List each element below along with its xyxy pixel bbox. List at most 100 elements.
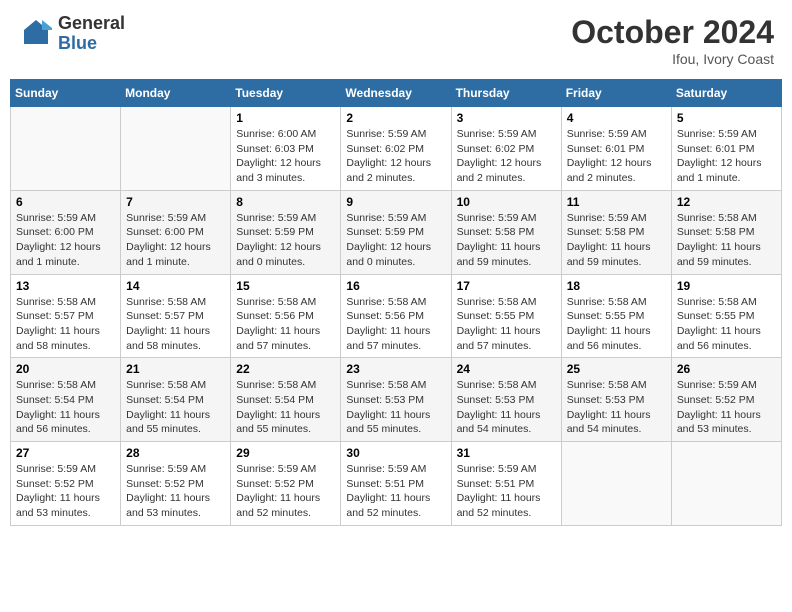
day-info: Sunrise: 5:58 AM Sunset: 5:56 PM Dayligh… (236, 295, 335, 354)
calendar-cell: 19 Sunrise: 5:58 AM Sunset: 5:55 PM Dayli… (671, 274, 781, 358)
day-info: Sunrise: 5:58 AM Sunset: 5:53 PM Dayligh… (567, 378, 666, 437)
day-number: 17 (457, 279, 556, 293)
calendar-cell: 10 Sunrise: 5:59 AM Sunset: 5:58 PM Dayli… (451, 190, 561, 274)
calendar-table: SundayMondayTuesdayWednesdayThursdayFrid… (10, 79, 782, 526)
day-number: 13 (16, 279, 115, 293)
day-number: 26 (677, 362, 776, 376)
calendar-cell (671, 442, 781, 526)
day-info: Sunrise: 5:59 AM Sunset: 5:59 PM Dayligh… (236, 211, 335, 270)
day-info: Sunrise: 5:58 AM Sunset: 5:55 PM Dayligh… (567, 295, 666, 354)
calendar-cell: 23 Sunrise: 5:58 AM Sunset: 5:53 PM Dayli… (341, 358, 451, 442)
day-number: 28 (126, 446, 225, 460)
calendar-cell: 22 Sunrise: 5:58 AM Sunset: 5:54 PM Dayli… (231, 358, 341, 442)
calendar-cell: 30Sunrise: 5:59 AM Sunset: 5:51 PM Dayli… (341, 442, 451, 526)
day-info: Sunrise: 5:59 AM Sunset: 5:52 PM Dayligh… (677, 378, 776, 437)
day-info: Sunrise: 5:58 AM Sunset: 5:55 PM Dayligh… (677, 295, 776, 354)
calendar-cell: 6Sunrise: 5:59 AM Sunset: 6:00 PM Daylig… (11, 190, 121, 274)
day-info: Sunrise: 5:59 AM Sunset: 5:51 PM Dayligh… (457, 462, 556, 521)
calendar-cell: 13 Sunrise: 5:58 AM Sunset: 5:57 PM Dayli… (11, 274, 121, 358)
calendar-cell: 29 Sunrise: 5:59 AM Sunset: 5:52 PM Dayli… (231, 442, 341, 526)
day-info: Sunrise: 5:58 AM Sunset: 5:54 PM Dayligh… (126, 378, 225, 437)
day-info: Sunrise: 5:58 AM Sunset: 5:58 PM Dayligh… (677, 211, 776, 270)
day-number: 10 (457, 195, 556, 209)
logo: General Blue (18, 14, 125, 54)
day-info: Sunrise: 5:59 AM Sunset: 5:52 PM Dayligh… (126, 462, 225, 521)
day-info: Sunrise: 5:58 AM Sunset: 5:57 PM Dayligh… (16, 295, 115, 354)
calendar-cell: 3 Sunrise: 5:59 AM Sunset: 6:02 PM Daylig… (451, 107, 561, 191)
calendar-cell (11, 107, 121, 191)
calendar-week-row: 13 Sunrise: 5:58 AM Sunset: 5:57 PM Dayli… (11, 274, 782, 358)
weekday-header: Tuesday (231, 80, 341, 107)
day-info: Sunrise: 5:58 AM Sunset: 5:54 PM Dayligh… (16, 378, 115, 437)
location: Ifou, Ivory Coast (571, 51, 774, 67)
page-header: General Blue October 2024 Ifou, Ivory Co… (10, 10, 782, 71)
day-number: 18 (567, 279, 666, 293)
day-info: Sunrise: 5:59 AM Sunset: 6:02 PM Dayligh… (346, 127, 445, 186)
day-number: 21 (126, 362, 225, 376)
weekday-header: Saturday (671, 80, 781, 107)
day-number: 20 (16, 362, 115, 376)
calendar-week-row: 27 Sunrise: 5:59 AM Sunset: 5:52 PM Dayli… (11, 442, 782, 526)
weekday-header: Wednesday (341, 80, 451, 107)
day-number: 29 (236, 446, 335, 460)
calendar-cell: 27 Sunrise: 5:59 AM Sunset: 5:52 PM Dayli… (11, 442, 121, 526)
calendar-week-row: 1 Sunrise: 6:00 AM Sunset: 6:03 PM Daylig… (11, 107, 782, 191)
calendar-cell: 17Sunrise: 5:58 AM Sunset: 5:55 PM Dayli… (451, 274, 561, 358)
day-info: Sunrise: 5:59 AM Sunset: 5:52 PM Dayligh… (16, 462, 115, 521)
day-info: Sunrise: 5:58 AM Sunset: 5:56 PM Dayligh… (346, 295, 445, 354)
month-title: October 2024 (571, 14, 774, 51)
calendar-cell: 26 Sunrise: 5:59 AM Sunset: 5:52 PM Dayli… (671, 358, 781, 442)
calendar-cell: 25 Sunrise: 5:58 AM Sunset: 5:53 PM Dayli… (561, 358, 671, 442)
weekday-header-row: SundayMondayTuesdayWednesdayThursdayFrid… (11, 80, 782, 107)
day-info: Sunrise: 5:59 AM Sunset: 5:58 PM Dayligh… (457, 211, 556, 270)
day-info: Sunrise: 5:59 AM Sunset: 6:01 PM Dayligh… (567, 127, 666, 186)
day-number: 27 (16, 446, 115, 460)
calendar-cell: 12 Sunrise: 5:58 AM Sunset: 5:58 PM Dayli… (671, 190, 781, 274)
day-info: Sunrise: 5:59 AM Sunset: 6:00 PM Dayligh… (126, 211, 225, 270)
day-info: Sunrise: 5:59 AM Sunset: 5:58 PM Dayligh… (567, 211, 666, 270)
calendar-cell: 21 Sunrise: 5:58 AM Sunset: 5:54 PM Dayli… (121, 358, 231, 442)
calendar-cell: 14 Sunrise: 5:58 AM Sunset: 5:57 PM Dayli… (121, 274, 231, 358)
calendar-cell: 9Sunrise: 5:59 AM Sunset: 5:59 PM Daylig… (341, 190, 451, 274)
day-number: 19 (677, 279, 776, 293)
calendar-cell: 15 Sunrise: 5:58 AM Sunset: 5:56 PM Dayli… (231, 274, 341, 358)
calendar-cell: 31Sunrise: 5:59 AM Sunset: 5:51 PM Dayli… (451, 442, 561, 526)
day-info: Sunrise: 6:00 AM Sunset: 6:03 PM Dayligh… (236, 127, 335, 186)
calendar-cell: 18 Sunrise: 5:58 AM Sunset: 5:55 PM Dayli… (561, 274, 671, 358)
weekday-header: Monday (121, 80, 231, 107)
day-info: Sunrise: 5:58 AM Sunset: 5:54 PM Dayligh… (236, 378, 335, 437)
logo-line2: Blue (58, 34, 125, 54)
day-number: 12 (677, 195, 776, 209)
day-number: 5 (677, 111, 776, 125)
day-number: 22 (236, 362, 335, 376)
calendar-cell: 24 Sunrise: 5:58 AM Sunset: 5:53 PM Dayli… (451, 358, 561, 442)
day-info: Sunrise: 5:58 AM Sunset: 5:53 PM Dayligh… (346, 378, 445, 437)
day-number: 23 (346, 362, 445, 376)
day-number: 16 (346, 279, 445, 293)
day-info: Sunrise: 5:59 AM Sunset: 5:52 PM Dayligh… (236, 462, 335, 521)
day-number: 25 (567, 362, 666, 376)
day-number: 15 (236, 279, 335, 293)
day-info: Sunrise: 5:58 AM Sunset: 5:53 PM Dayligh… (457, 378, 556, 437)
calendar-week-row: 6Sunrise: 5:59 AM Sunset: 6:00 PM Daylig… (11, 190, 782, 274)
day-number: 30 (346, 446, 445, 460)
day-number: 3 (457, 111, 556, 125)
calendar-cell: 20 Sunrise: 5:58 AM Sunset: 5:54 PM Dayli… (11, 358, 121, 442)
day-number: 9 (346, 195, 445, 209)
calendar-cell: 11Sunrise: 5:59 AM Sunset: 5:58 PM Dayli… (561, 190, 671, 274)
day-number: 14 (126, 279, 225, 293)
day-number: 24 (457, 362, 556, 376)
day-info: Sunrise: 5:59 AM Sunset: 6:02 PM Dayligh… (457, 127, 556, 186)
day-number: 8 (236, 195, 335, 209)
day-number: 1 (236, 111, 335, 125)
calendar-cell: 28 Sunrise: 5:59 AM Sunset: 5:52 PM Dayli… (121, 442, 231, 526)
calendar-cell: 5Sunrise: 5:59 AM Sunset: 6:01 PM Daylig… (671, 107, 781, 191)
logo-icon (18, 16, 54, 52)
day-info: Sunrise: 5:58 AM Sunset: 5:57 PM Dayligh… (126, 295, 225, 354)
weekday-header: Thursday (451, 80, 561, 107)
calendar-cell: 7Sunrise: 5:59 AM Sunset: 6:00 PM Daylig… (121, 190, 231, 274)
calendar-cell (561, 442, 671, 526)
calendar-cell (121, 107, 231, 191)
calendar-week-row: 20 Sunrise: 5:58 AM Sunset: 5:54 PM Dayli… (11, 358, 782, 442)
weekday-header: Sunday (11, 80, 121, 107)
